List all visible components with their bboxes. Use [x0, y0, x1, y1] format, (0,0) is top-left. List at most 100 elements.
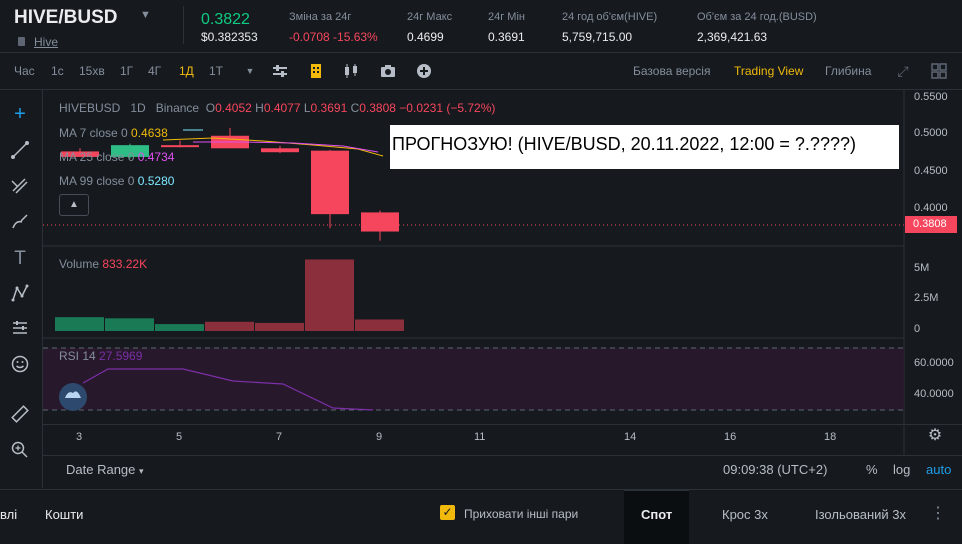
- price-tick-1: 0.5000: [914, 127, 948, 139]
- legend-exchange: Binance: [155, 101, 200, 115]
- tv-logo-icon: [59, 383, 87, 411]
- candle-body: [311, 150, 349, 215]
- trend-line-icon[interactable]: [8, 140, 32, 164]
- x-tick-9: 9: [376, 431, 383, 443]
- ma25-value: 0.4734: [137, 150, 175, 164]
- zoom-icon[interactable]: [8, 440, 32, 464]
- legend-close: 0.3808: [359, 101, 396, 115]
- tab-spot[interactable]: Спот: [641, 507, 672, 522]
- volume-bar: [205, 321, 254, 331]
- ma7-label: MA 7 close 0: [59, 126, 128, 140]
- view-basic[interactable]: Базова версія: [633, 64, 710, 78]
- x-tick-7: 7: [276, 431, 283, 443]
- hide-pairs-label: Приховати інші пари: [464, 507, 579, 521]
- coin-info-link[interactable]: Hive: [34, 35, 58, 49]
- stat-change-value: -0.0708 -15.63%: [289, 30, 378, 44]
- volume-tick-2: 0: [914, 323, 921, 335]
- volume-bar: [305, 259, 354, 331]
- tf-1s[interactable]: 1с: [51, 64, 64, 78]
- x-tick-11: 11: [474, 431, 486, 443]
- text-tool-icon[interactable]: T: [8, 247, 32, 271]
- brush-icon[interactable]: [8, 212, 32, 236]
- collapse-legend-icon[interactable]: ▲: [59, 194, 89, 216]
- header-divider: [183, 6, 184, 44]
- chart-clock: 09:09:38 (UTC+2): [723, 462, 828, 477]
- stat-volume-quote-value: 2,369,421.63: [697, 30, 768, 44]
- current-price-tag: 0.3808: [905, 216, 957, 233]
- rsi-tick-1: 40.0000: [914, 388, 954, 400]
- tab-isolated[interactable]: Ізольований 3x: [815, 507, 906, 522]
- hide-pairs-checkbox[interactable]: ✓: [440, 505, 455, 520]
- stat-low-value: 0.3691: [488, 30, 525, 44]
- crosshair-icon[interactable]: +: [8, 102, 32, 126]
- stat-volume-base-label: 24 год об'єм(HIVE): [562, 11, 658, 23]
- prediction-icon[interactable]: [8, 318, 32, 342]
- rsi-tick-0: 60.0000: [914, 357, 954, 369]
- fib-tool-icon[interactable]: [8, 176, 32, 200]
- stat-high-value: 0.4699: [407, 30, 444, 44]
- view-tradingview[interactable]: Trading View: [734, 64, 803, 78]
- volume-bar: [55, 317, 104, 331]
- date-range-label: Date Range: [66, 462, 136, 477]
- ohlc-legend: HIVEBUSD 1D Binance O0.4052 H0.4077 L0.3…: [59, 101, 496, 115]
- candle-body: [161, 145, 199, 148]
- emoji-icon[interactable]: [8, 354, 32, 378]
- ma25-legend: MA 25 close 0 0.4734: [59, 150, 174, 164]
- volume-bar: [155, 324, 204, 331]
- settings-sliders-icon[interactable]: [271, 63, 289, 79]
- tab-orders-partial[interactable]: влі: [0, 507, 17, 522]
- coin-icon: [18, 37, 25, 46]
- stat-volume-quote-label: Об'єм за 24 год.(BUSD): [697, 11, 817, 23]
- legend-interval: 1D: [130, 101, 146, 115]
- tf-time[interactable]: Час: [14, 64, 35, 78]
- tf-15m[interactable]: 15хв: [79, 64, 105, 78]
- tab-funds[interactable]: Кошти: [45, 507, 83, 522]
- x-tick-16: 16: [724, 431, 737, 443]
- legend-change: −0.0231 (−5.72%): [399, 101, 496, 115]
- market-header: [0, 0, 962, 53]
- price-tick-3: 0.4000: [914, 202, 948, 214]
- last-price: 0.3822: [201, 11, 250, 28]
- ma7-legend: MA 7 close 0 0.4638: [59, 126, 168, 140]
- stat-high-label: 24г Макс: [407, 11, 453, 23]
- volume-bar: [105, 318, 154, 331]
- stat-volume-base-value: 5,759,715.00: [562, 30, 633, 44]
- legend-high: 0.4077: [263, 101, 301, 115]
- pattern-icon[interactable]: [8, 283, 32, 307]
- fullscreen-icon[interactable]: ⤢: [894, 63, 912, 79]
- volume-tick-0: 5M: [914, 262, 930, 274]
- price-tick-0: 0.5500: [914, 91, 948, 103]
- add-indicator-icon[interactable]: [415, 63, 433, 79]
- chart-settings-gear-icon[interactable]: ⚙: [926, 427, 944, 445]
- candle-type-icon[interactable]: [342, 63, 360, 79]
- candle-body: [361, 212, 399, 232]
- last-price-usd: $0.382353: [201, 30, 258, 44]
- volume-bar: [355, 319, 404, 331]
- x-axis-line: [43, 424, 962, 425]
- rsi-band: [43, 348, 904, 410]
- date-range-button[interactable]: Date Range ▾: [66, 462, 144, 477]
- symbol-title[interactable]: HIVE/BUSD: [14, 7, 117, 29]
- x-tick-3: 3: [76, 431, 83, 443]
- scale-auto-toggle[interactable]: auto: [926, 462, 951, 477]
- ruler-icon[interactable]: [8, 404, 32, 428]
- camera-icon[interactable]: [379, 63, 397, 79]
- tf-4h[interactable]: 4Г: [148, 64, 161, 78]
- volume-value: 833.22K: [102, 257, 148, 271]
- more-timeframes-icon[interactable]: ▼: [241, 63, 259, 79]
- date-range-chevron-icon: ▾: [139, 466, 144, 476]
- view-depth[interactable]: Глибина: [825, 64, 871, 78]
- tf-1d[interactable]: 1Д: [179, 64, 194, 78]
- scale-log-toggle[interactable]: log: [893, 462, 910, 477]
- tab-cross[interactable]: Крос 3x: [722, 507, 768, 522]
- layout-grid-icon[interactable]: [930, 63, 948, 79]
- more-options-icon[interactable]: ⋮: [930, 503, 946, 523]
- symbol-dropdown-icon[interactable]: ▼: [140, 9, 151, 21]
- ma99-value: 0.5280: [137, 174, 175, 188]
- tf-1h[interactable]: 1Г: [120, 64, 133, 78]
- volume-tick-1: 2.5M: [914, 292, 939, 304]
- tf-1w[interactable]: 1Т: [209, 64, 223, 78]
- indicators-icon[interactable]: [307, 63, 325, 79]
- rsi-label: RSI 14: [59, 349, 96, 363]
- scale-percent-toggle[interactable]: %: [866, 462, 878, 477]
